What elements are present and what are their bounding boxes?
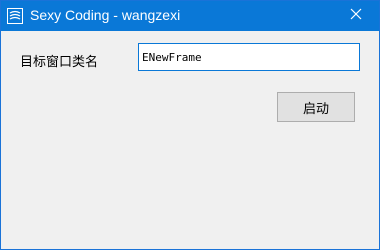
start-button-label: 启动 (302, 101, 329, 117)
main-window: Sexy Coding - wangzexi 目标窗口类名 启动 (0, 0, 380, 250)
title-bar[interactable]: Sexy Coding - wangzexi (1, 1, 379, 31)
close-button[interactable] (333, 1, 379, 31)
app-logo-icon (7, 8, 23, 24)
class-name-input[interactable] (138, 43, 360, 71)
window-title: Sexy Coding - wangzexi (30, 7, 181, 23)
class-name-label: 目标窗口类名 (20, 55, 99, 70)
close-icon (350, 8, 362, 24)
start-button[interactable]: 启动 (277, 92, 355, 122)
